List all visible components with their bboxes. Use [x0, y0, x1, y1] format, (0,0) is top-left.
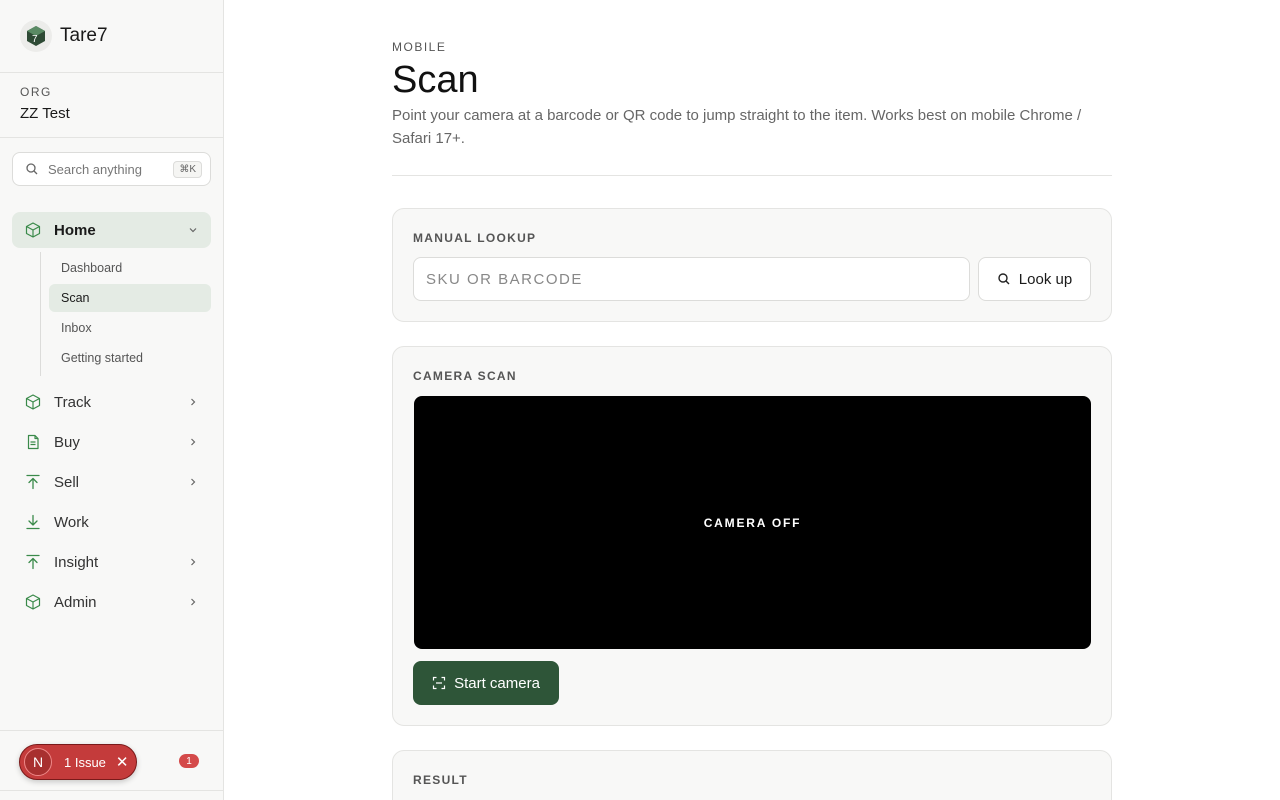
scan-icon [432, 676, 446, 690]
result-card: RESULT [392, 750, 1112, 800]
box-icon [24, 593, 42, 611]
subnav-item-getting-started[interactable]: Getting started [49, 344, 211, 372]
nav-item-buy[interactable]: Buy [12, 424, 211, 460]
chevron-right-icon [187, 476, 199, 488]
camera-scan-card: CAMERA SCAN CAMERA OFF Start camera [392, 346, 1112, 726]
search-icon [997, 272, 1011, 286]
nav-label: Track [54, 393, 91, 411]
nav-label: Buy [54, 433, 80, 451]
nav-label: Work [54, 513, 89, 531]
org-switcher[interactable]: ORG ZZ Test [0, 73, 223, 138]
search-shortcut: ⌘K [173, 160, 202, 178]
search-icon [25, 162, 39, 176]
issue-avatar: N [24, 748, 52, 776]
brand[interactable]: 7 Tare7 [0, 0, 223, 73]
page-title: Scan [392, 59, 479, 101]
look-up-label: Look up [1018, 270, 1073, 288]
camera-scan-label: CAMERA SCAN [413, 369, 517, 383]
camera-viewport: CAMERA OFF [414, 396, 1091, 649]
sidebar: 7 Tare7 ORG ZZ Test Search anything ⌘K H… [0, 0, 224, 800]
nav-item-track[interactable]: Track [12, 384, 211, 420]
notification-badge[interactable]: 1 [179, 754, 199, 768]
nav-item-sell[interactable]: Sell [12, 464, 211, 500]
home-subnav: Dashboard Scan Inbox Getting started [40, 252, 211, 376]
nav-label: Admin [54, 593, 97, 611]
arrow-up-icon [24, 553, 42, 571]
org-name: ZZ Test [20, 105, 70, 122]
download-icon [24, 513, 42, 531]
chevron-down-icon [187, 224, 199, 236]
sidebar-footer: N 1 Issue ✕ 1 [0, 730, 223, 791]
subnav-item-scan[interactable]: Scan [49, 284, 211, 312]
search-input[interactable]: Search anything ⌘K [12, 152, 211, 186]
manual-lookup-card: MANUAL LOOKUP Look up [392, 208, 1112, 322]
subnav-item-dashboard[interactable]: Dashboard [49, 254, 211, 282]
nav-item-home[interactable]: Home [12, 212, 211, 248]
result-label: RESULT [413, 773, 468, 787]
page-description: Point your camera at a barcode or QR cod… [392, 107, 1082, 147]
issues-button[interactable]: N 1 Issue ✕ [19, 744, 137, 780]
page-eyebrow: MOBILE [392, 40, 447, 54]
subnav-item-inbox[interactable]: Inbox [49, 314, 211, 342]
start-camera-label: Start camera [454, 674, 540, 692]
arrow-up-icon [24, 473, 42, 491]
document-icon [24, 433, 42, 451]
manual-lookup-label: MANUAL LOOKUP [413, 231, 537, 245]
box-icon [24, 221, 42, 239]
nav-label: Sell [54, 473, 80, 491]
nav-label: Home [54, 221, 96, 239]
chevron-right-icon [187, 596, 199, 608]
box-icon [24, 393, 42, 411]
issue-label: 1 Issue [64, 754, 106, 770]
nav-item-work[interactable]: Work [12, 504, 211, 540]
divider [392, 175, 1112, 176]
sku-barcode-input[interactable] [413, 257, 970, 301]
look-up-button[interactable]: Look up [978, 257, 1091, 301]
logo-icon: 7 [20, 20, 52, 52]
search-placeholder: Search anything [48, 161, 142, 177]
camera-status: CAMERA OFF [703, 515, 802, 530]
brand-name: Tare7 [60, 25, 108, 46]
chevron-right-icon [187, 396, 199, 408]
nav-item-admin[interactable]: Admin [12, 584, 211, 620]
org-label: ORG [20, 85, 52, 99]
chevron-right-icon [187, 436, 199, 448]
nav-label: Insight [54, 553, 99, 571]
svg-text:7: 7 [32, 34, 38, 45]
nav-item-insight[interactable]: Insight [12, 544, 211, 580]
close-icon[interactable]: ✕ [116, 753, 129, 771]
main-nav: Home Dashboard Scan Inbox Getting starte… [12, 212, 211, 624]
start-camera-button[interactable]: Start camera [413, 661, 559, 705]
chevron-right-icon [187, 556, 199, 568]
